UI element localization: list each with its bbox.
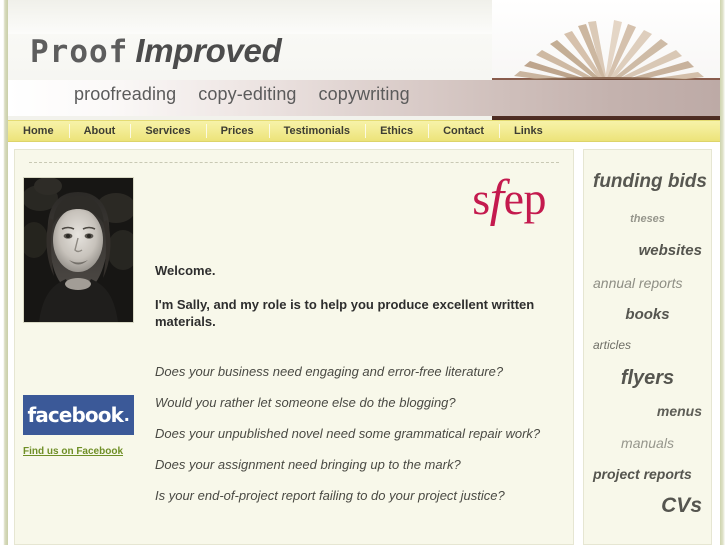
cloud-item-articles[interactable]: articles	[593, 339, 702, 352]
cloud-item-books[interactable]: books	[593, 307, 702, 323]
nav-item-prices[interactable]: Prices	[205, 121, 269, 141]
logo-word-improved: Improved	[135, 32, 282, 69]
sfep-logo: sfep	[472, 170, 547, 227]
cloud-item-websites[interactable]: websites	[593, 243, 702, 259]
page-edge-right	[720, 0, 727, 545]
facebook-block: facebook. Find us on Facebook	[23, 395, 143, 459]
logo-word-proof: Proof	[30, 34, 129, 70]
portrait-photo	[23, 177, 134, 323]
site-logo[interactable]: Proof Improved	[30, 32, 282, 70]
tagline-item-copywriting: copywriting	[318, 84, 410, 104]
tagline-item-copy-editing: copy-editing	[198, 84, 297, 104]
site-header: Proof Improved proofreading copy-editing co…	[8, 0, 720, 120]
welcome-heading: Welcome.	[155, 263, 216, 278]
welcome-intro: I'm Sally, and my role is to help you pr…	[155, 296, 535, 330]
content-area: sfep Welcome. I'm Sally, and my role is …	[8, 142, 720, 545]
question-item: Does your unpublished novel need some gr…	[155, 425, 541, 441]
question-list: Does your business need engaging and err…	[155, 364, 560, 504]
nav-item-ethics[interactable]: Ethics	[365, 121, 428, 141]
tagline: proofreading copy-editing copywriting	[74, 84, 410, 105]
question-item: Would you rather let someone else do the…	[155, 394, 456, 410]
cloud-item-funding-bids[interactable]: funding bids	[593, 172, 707, 192]
cloud-item-menus[interactable]: menus	[593, 404, 702, 419]
nav-item-about[interactable]: About	[68, 121, 131, 141]
facebook-badge[interactable]: facebook.	[23, 395, 134, 435]
facebook-wordmark: facebook	[27, 403, 123, 427]
page-root: Proof Improved proofreading copy-editing co…	[0, 0, 727, 545]
sfep-part-f: f	[489, 170, 504, 227]
cloud-item-cvs[interactable]: CVs	[593, 495, 702, 517]
dashed-divider	[29, 162, 559, 163]
tagline-item-proofreading: proofreading	[74, 84, 177, 104]
facebook-dot: .	[123, 403, 130, 426]
question-item: Does your assignment need bringing up to…	[155, 456, 461, 472]
main-navigation: Home About Services Prices Testimonials …	[8, 120, 720, 142]
question-item: Does your business need engaging and err…	[155, 364, 504, 379]
page-edge-left	[0, 0, 8, 545]
cloud-item-theses[interactable]: theses	[593, 213, 702, 226]
nav-item-services[interactable]: Services	[130, 121, 205, 141]
nav-item-links[interactable]: Links	[499, 121, 558, 141]
sfep-part-s: s	[472, 173, 490, 224]
sfep-part-ep: ep	[503, 173, 547, 224]
cloud-item-project-reports[interactable]: project reports	[593, 466, 702, 482]
cloud-item-annual-reports[interactable]: annual reports	[593, 276, 702, 291]
question-item: Is your end-of-project report failing to…	[155, 487, 505, 503]
find-us-on-facebook-link[interactable]: Find us on Facebook	[23, 446, 123, 457]
nav-item-testimonials[interactable]: Testimonials	[268, 121, 365, 141]
nav-item-home[interactable]: Home	[8, 121, 69, 141]
cloud-item-manuals[interactable]: manuals	[593, 436, 702, 451]
main-content-panel: sfep Welcome. I'm Sally, and my role is …	[14, 149, 574, 545]
welcome-block: Welcome. I'm Sally, and my role is to he…	[155, 262, 555, 331]
cloud-item-flyers[interactable]: flyers	[593, 368, 702, 389]
sidebar-word-cloud: funding bids theses websites annual repo…	[583, 149, 712, 545]
nav-item-contact[interactable]: Contact	[428, 121, 499, 141]
